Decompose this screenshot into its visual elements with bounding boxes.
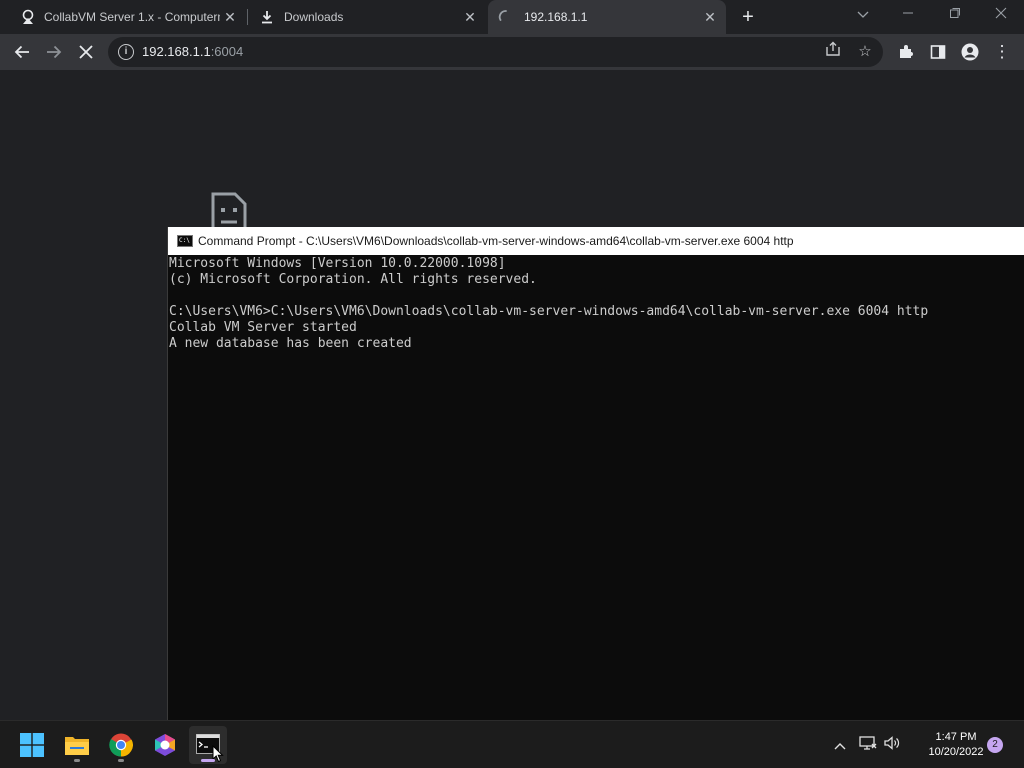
console-line: A new database has been created bbox=[169, 336, 412, 351]
clock-time: 1:47 PM bbox=[935, 731, 977, 743]
windows-logo-icon bbox=[20, 733, 44, 757]
info-icon[interactable]: i bbox=[118, 44, 134, 60]
cmd-window-title: Command Prompt - C:\Users\VM6\Downloads\… bbox=[198, 234, 794, 248]
tab-search-chevron-icon[interactable] bbox=[848, 4, 878, 26]
hexagon-app-icon bbox=[155, 734, 175, 756]
tab-collabvm[interactable]: CollabVM Server 1.x - Computern ✕ bbox=[8, 0, 246, 34]
arrow-left-icon bbox=[14, 45, 29, 59]
console-line: (c) Microsoft Corporation. All rights re… bbox=[169, 272, 537, 287]
url-port: :6004 bbox=[210, 44, 244, 59]
start-button[interactable] bbox=[13, 726, 51, 764]
share-icon[interactable] bbox=[822, 41, 844, 63]
menu-kebab-icon[interactable]: ⋮ bbox=[990, 40, 1014, 64]
close-window-icon[interactable] bbox=[986, 4, 1016, 26]
file-explorer-button[interactable] bbox=[58, 726, 96, 764]
command-prompt-window[interactable]: C:\ Command Prompt - C:\Users\VM6\Downlo… bbox=[167, 227, 1024, 720]
url-host: 192.168.1.1 bbox=[142, 44, 211, 59]
console-line: Microsoft Windows [Version 10.0.22000.10… bbox=[169, 256, 506, 271]
hexagon-app-button[interactable] bbox=[146, 726, 184, 764]
running-indicator bbox=[74, 759, 80, 762]
command-prompt-taskbar-button[interactable] bbox=[189, 726, 227, 764]
console-line: C:\Users\VM6>C:\Users\VM6\Downloads\coll… bbox=[169, 304, 929, 319]
loading-spinner-icon bbox=[498, 10, 507, 21]
running-indicator bbox=[118, 759, 124, 762]
console-line: Collab VM Server started bbox=[169, 320, 357, 335]
minimize-icon[interactable] bbox=[893, 4, 923, 26]
close-tab-icon[interactable]: ✕ bbox=[702, 9, 718, 25]
new-tab-button[interactable]: + bbox=[737, 6, 759, 28]
browser-toolbar: i 192.168.1.1:6004 ☆ ⋮ bbox=[0, 34, 1024, 70]
close-tab-icon[interactable]: ✕ bbox=[222, 9, 238, 25]
forward-button[interactable] bbox=[42, 40, 66, 64]
active-indicator bbox=[201, 759, 215, 762]
profile-avatar-icon[interactable] bbox=[958, 40, 982, 64]
close-tab-icon[interactable]: ✕ bbox=[462, 9, 478, 25]
show-hidden-icons-chevron-icon[interactable] bbox=[830, 735, 850, 755]
address-bar[interactable]: i 192.168.1.1:6004 ☆ bbox=[108, 37, 883, 67]
cmd-console-output[interactable]: Microsoft Windows [Version 10.0.22000.10… bbox=[169, 256, 1024, 352]
screen: CollabVM Server 1.x - Computern ✕ Downlo… bbox=[0, 0, 1024, 768]
side-panel-icon[interactable] bbox=[926, 40, 950, 64]
volume-icon[interactable] bbox=[882, 735, 902, 755]
tab-title: Downloads bbox=[284, 10, 344, 24]
close-icon bbox=[79, 45, 93, 59]
network-icon[interactable] bbox=[858, 735, 878, 755]
tab-downloads[interactable]: Downloads ✕ bbox=[248, 0, 486, 34]
system-clock[interactable]: 1:47 PM 10/20/2022 bbox=[920, 730, 992, 760]
tab-title: 192.168.1.1 bbox=[524, 10, 588, 24]
collabvm-icon bbox=[22, 9, 34, 24]
chrome-icon bbox=[109, 733, 133, 757]
bookmark-star-icon[interactable]: ☆ bbox=[854, 41, 876, 63]
chrome-button[interactable] bbox=[102, 726, 140, 764]
arrow-right-icon bbox=[47, 45, 62, 59]
extensions-icon[interactable] bbox=[894, 40, 918, 64]
restore-icon[interactable] bbox=[940, 4, 970, 26]
cmd-titlebar[interactable]: C:\ Command Prompt - C:\Users\VM6\Downlo… bbox=[168, 227, 1024, 255]
stop-loading-button[interactable] bbox=[74, 40, 98, 64]
taskbar: 1:47 PM 10/20/2022 2 bbox=[0, 720, 1024, 768]
download-icon bbox=[262, 11, 272, 24]
tab-title: CollabVM Server 1.x - Computern bbox=[44, 10, 220, 24]
tab-192-168-1-1[interactable]: 192.168.1.1 ✕ bbox=[488, 0, 726, 34]
browser-tabstrip: CollabVM Server 1.x - Computern ✕ Downlo… bbox=[0, 0, 1024, 34]
cmd-icon: C:\ bbox=[177, 235, 193, 247]
back-button[interactable] bbox=[10, 40, 34, 64]
clock-date: 10/20/2022 bbox=[928, 746, 984, 758]
notification-badge[interactable]: 2 bbox=[987, 737, 1003, 753]
url-text[interactable]: 192.168.1.1:6004 bbox=[142, 44, 243, 59]
folder-icon bbox=[65, 737, 89, 755]
